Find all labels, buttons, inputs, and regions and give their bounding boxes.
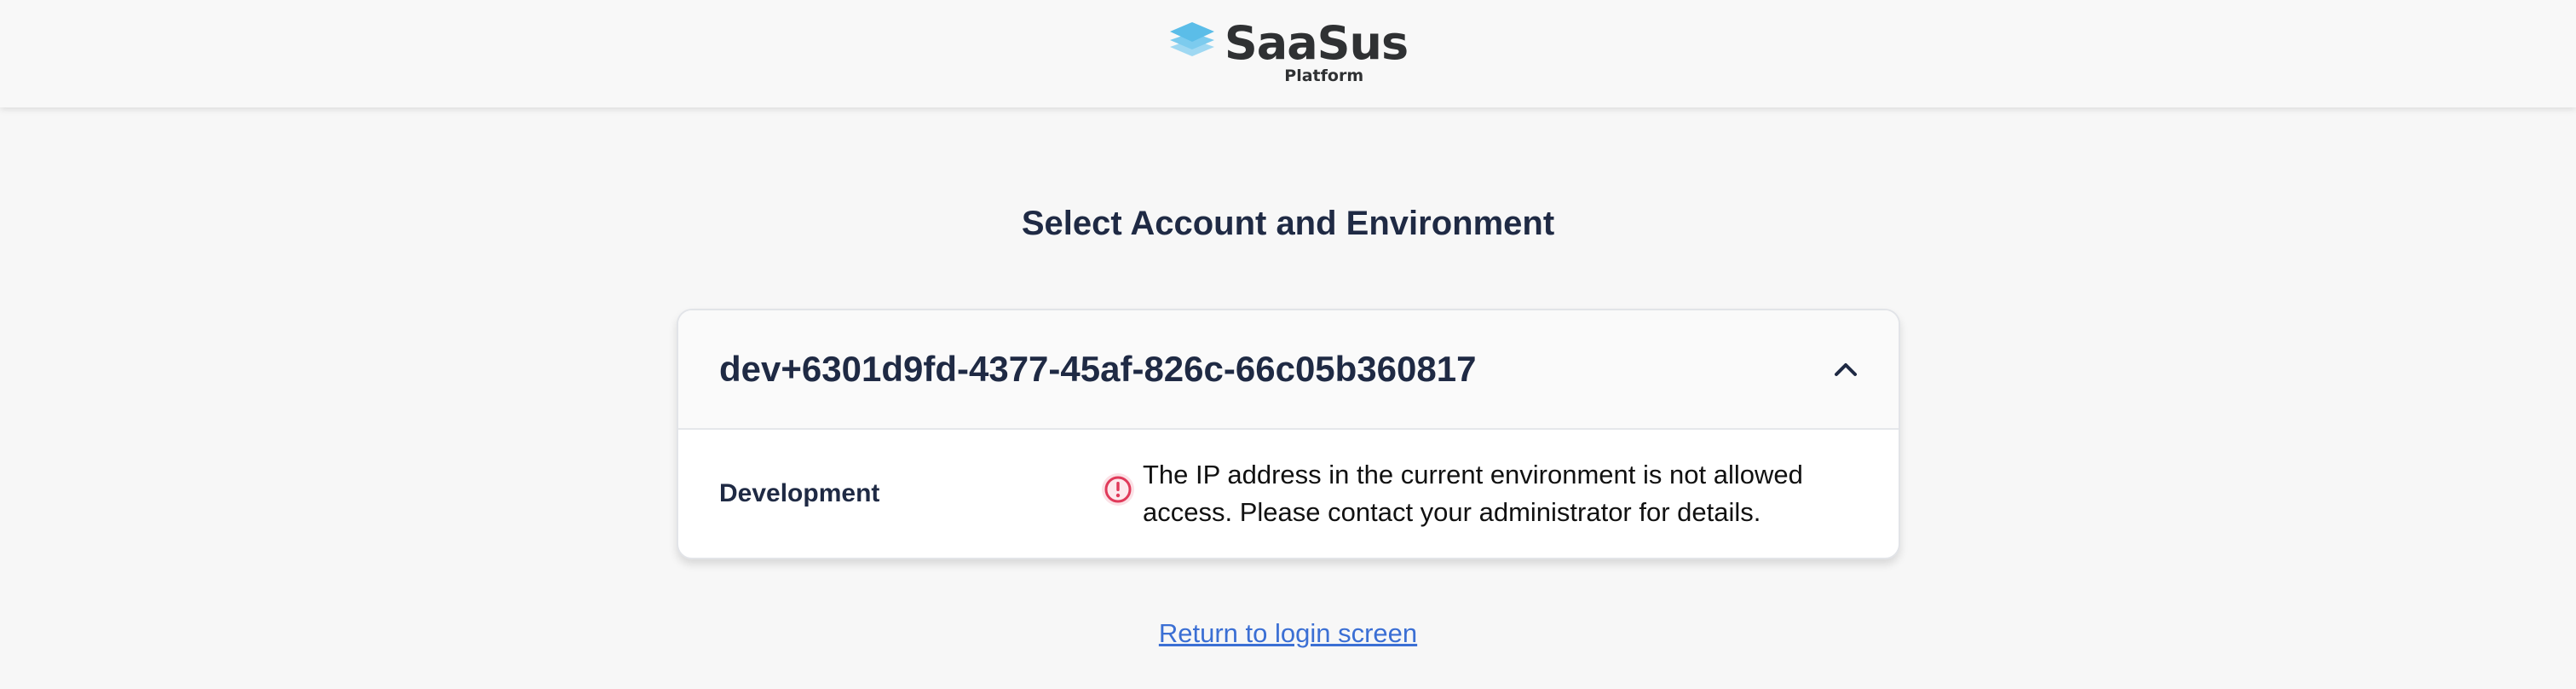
account-id: dev+6301d9fd-4377-45af-826c-66c05b360817 [719,349,1477,389]
logo-subtitle: Platform [1284,66,1364,85]
chevron-up-icon[interactable] [1834,362,1858,377]
return-to-login-link[interactable]: Return to login screen [1159,618,1417,648]
saasus-logo[interactable]: SaaSus Platform [1168,15,1409,85]
environment-row: Development The IP address in the curren… [678,430,1899,558]
logo-title: SaaSus [1224,15,1409,70]
environment-status: The IP address in the current environmen… [1100,456,1841,531]
account-card: dev+6301d9fd-4377-45af-826c-66c05b360817… [677,309,1900,559]
app-header: SaaSus Platform [0,0,2576,107]
environment-name: Development [719,479,880,507]
layered-diamond-logo-icon [1168,20,1216,60]
return-link-container: Return to login screen [0,618,2576,649]
page-title: Select Account and Environment [1021,205,1555,242]
environment-error-message: The IP address in the current environmen… [1143,460,1803,527]
account-accordion-header[interactable]: dev+6301d9fd-4377-45af-826c-66c05b360817 [678,310,1899,430]
exclamation-circle-icon [1100,472,1136,507]
